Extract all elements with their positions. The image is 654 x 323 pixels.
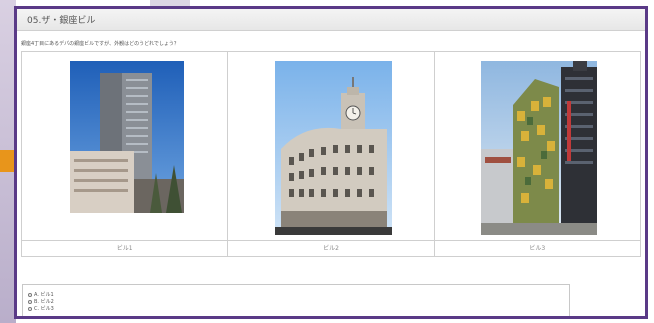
question-text: 銀座4丁目にあるデパの銀座ビルですが、外観はどのうどれでしょう？ (21, 41, 179, 47)
building-1-caption: ビル1 (116, 245, 133, 252)
option-a[interactable]: A. ビル1 (28, 291, 54, 298)
building-1-cell (22, 52, 227, 240)
building-3-caption: ビル3 (433, 241, 640, 257)
building-image-grid: ビル1 ビル2 ビル3 (21, 51, 641, 257)
option-c-label: C. ビル3 (34, 306, 54, 312)
radio-button-icon[interactable] (28, 306, 32, 311)
image-row (22, 52, 640, 240)
radio-button-icon[interactable] (28, 292, 32, 297)
option-a-label: A. ビル1 (34, 292, 54, 298)
screen: 05.ザ・銀座ビル 銀座4丁目にあるデパの銀座ビルですが、外観はどのうどれでしょ… (0, 0, 654, 323)
quiz-window: 05.ザ・銀座ビル 銀座4丁目にあるデパの銀座ビルですが、外観はどのうどれでしょ… (14, 6, 648, 319)
building-3-image (480, 61, 597, 235)
option-c[interactable]: C. ビル3 (28, 305, 54, 312)
page-title: 05.ザ・銀座ビル (27, 16, 96, 26)
building-1-photo (70, 61, 184, 213)
building-3-cell (433, 52, 640, 240)
caption-row: ビル1 ビル2 ビル3 (22, 240, 640, 257)
answer-choices: A. ビル1 B. ビル2 C. ビル3 (22, 284, 570, 316)
building-2-image (275, 61, 393, 235)
option-b[interactable]: B. ビル2 (28, 298, 54, 305)
radio-button-icon[interactable] (28, 299, 32, 304)
building-2-caption: ビル2 (227, 241, 433, 257)
building-2-photo (275, 61, 393, 235)
building-3-photo (480, 61, 597, 235)
option-b-label: B. ビル2 (34, 299, 54, 305)
building-2-cell (227, 52, 433, 240)
building-1-image (70, 61, 184, 213)
title-bar: 05.ザ・銀座ビル (17, 9, 645, 31)
